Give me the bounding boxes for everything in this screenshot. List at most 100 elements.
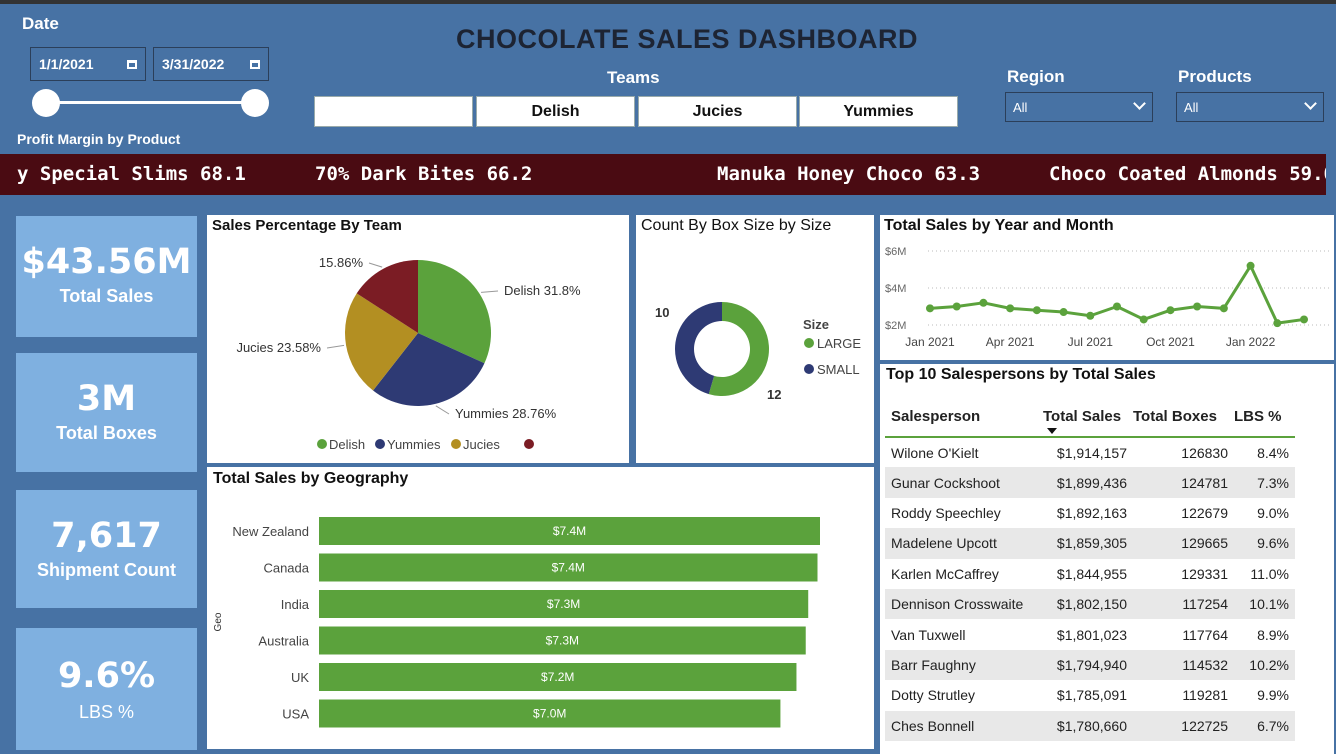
cell-lbs: 8.4% <box>1257 444 1289 461</box>
sales-by-month-panel: Total Sales by Year and Month $6M $4M $2M J… <box>880 215 1334 360</box>
cell-total-sales: $1,914,157 <box>1056 444 1127 461</box>
table-row[interactable]: Van Tuxwell $1,801,023 117764 8.9% <box>885 619 1295 649</box>
ticker-item: 70% Dark Bites 66.2 <box>315 163 533 185</box>
table-row[interactable]: Dotty Strutley $1,785,091 119281 9.9% <box>885 680 1295 710</box>
bar-data-label: $7.0M <box>533 707 566 721</box>
legend-marker <box>451 439 461 449</box>
legend-marker <box>804 338 814 348</box>
date-slider-track[interactable] <box>46 101 256 104</box>
chevron-down-icon <box>1133 97 1146 110</box>
cell-salesperson: Karlen McCaffrey <box>891 565 999 582</box>
y-tick-label: $2M <box>885 320 906 332</box>
pie-leader-line <box>435 405 450 415</box>
category-label: USA <box>282 707 309 722</box>
team-button-blank[interactable] <box>314 96 473 127</box>
cell-lbs: 11.0% <box>1250 565 1289 582</box>
category-label: India <box>281 597 310 612</box>
kpi-value: 9.6% <box>57 656 156 696</box>
kpi-shipment-count: 7,617 Shipment Count <box>16 490 197 608</box>
column-header-total-boxes[interactable]: Total Boxes <box>1133 397 1234 437</box>
cell-total-boxes: 114532 <box>1133 649 1234 681</box>
start-date-value: 1/1/2021 <box>39 56 94 72</box>
pie-data-label: Delish 31.8% <box>504 283 581 298</box>
box-size-panel: Count By Box Size by Size 12 10 Size LARGE S… <box>636 215 874 463</box>
kpi-caption: Total Boxes <box>56 423 157 443</box>
team-button-jucies[interactable]: Jucies <box>638 96 797 127</box>
column-header-salesperson[interactable]: Salesperson <box>885 397 1043 437</box>
cell-total-boxes: 129665 <box>1133 528 1234 559</box>
kpi-caption: Total Sales <box>59 286 154 306</box>
sort-desc-icon[interactable] <box>1047 428 1057 434</box>
ticker-item: Choco Coated Almonds 59.0 <box>1049 163 1326 185</box>
x-tick-label: Jan 2021 <box>905 335 955 349</box>
table-row[interactable]: Roddy Speechley $1,892,163 122679 9.0% <box>885 498 1295 528</box>
line-point <box>1300 315 1308 324</box>
pie-data-label: 15.86% <box>319 255 364 270</box>
region-label: Region <box>1007 67 1065 86</box>
calendar-icon[interactable] <box>250 60 260 69</box>
line-point <box>1166 306 1175 315</box>
table-row[interactable]: Karlen McCaffrey $1,844,955 129331 11.0% <box>885 559 1295 589</box>
cell-total-boxes: 117764 <box>1182 626 1228 643</box>
legend-label: LARGE <box>817 336 861 351</box>
pie-leader-line <box>368 262 383 268</box>
kpi-value: 3M <box>76 379 137 419</box>
line-point <box>1219 304 1228 313</box>
kpi-total-boxes: 3M Total Boxes <box>16 353 197 472</box>
legend-marker <box>804 364 814 374</box>
legend-label: Yummies <box>387 437 441 452</box>
category-label: UK <box>291 670 309 685</box>
x-tick-label: Jul 2021 <box>1068 335 1114 349</box>
table-row[interactable]: Gunar Cockshoot $1,899,436 124781 7.3% <box>885 467 1295 498</box>
y-axis-label: Geo <box>213 612 224 631</box>
date-slider-start-handle[interactable] <box>32 89 60 117</box>
cell-total-sales: $1,844,955 <box>1056 565 1127 582</box>
cell-salesperson: Gunar Cockshoot <box>885 467 1043 498</box>
team-button-delish[interactable]: Delish <box>476 96 635 127</box>
cell-total-sales: $1,899,436 <box>1043 467 1133 498</box>
calendar-icon[interactable] <box>127 60 137 69</box>
y-tick-label: $6M <box>885 246 906 258</box>
category-label: Canada <box>263 561 309 576</box>
cell-total-sales: $1,892,163 <box>1056 504 1127 521</box>
line-point <box>1032 306 1041 315</box>
table-row[interactable]: Barr Faughny $1,794,940 114532 10.2% <box>885 649 1295 681</box>
legend-marker <box>317 439 327 449</box>
table-row[interactable]: Madelene Upcott $1,859,305 129665 9.6% <box>885 528 1295 559</box>
sales-by-team-panel: Sales Percentage By Team Delish 31.8% Yum… <box>207 215 629 463</box>
bar-data-label: $7.2M <box>541 670 574 684</box>
products-dropdown[interactable]: All <box>1176 92 1324 122</box>
x-tick-label: Oct 2021 <box>1146 335 1195 349</box>
bar-chart: $7.4M New Zealand $7.4M Canada $7.3M India $7.… <box>213 517 820 728</box>
date-slider-end-handle[interactable] <box>241 89 269 117</box>
table-row[interactable]: Dennison Crosswaite $1,802,150 117254 10.1% <box>885 588 1295 620</box>
end-date-input[interactable]: 3/31/2022 <box>153 47 269 81</box>
line-point <box>926 304 934 313</box>
table-row[interactable]: Wilone O'Kielt $1,914,157 126830 8.4% <box>885 437 1295 467</box>
column-header-lbs[interactable]: LBS % <box>1234 397 1295 437</box>
profit-margin-ticker: y Special Slims 68.1 70% Dark Bites 66.2… <box>0 154 1326 195</box>
line-point <box>952 302 961 311</box>
table-row[interactable]: Ches Bonnell $1,780,660 122725 6.7% <box>885 710 1295 741</box>
legend-marker <box>375 439 385 449</box>
bar-data-label: $7.3M <box>547 597 580 611</box>
legend-marker <box>524 439 534 449</box>
line-point <box>1006 304 1015 313</box>
cell-lbs: 6.7% <box>1234 710 1295 741</box>
cell-total-boxes: 122725 <box>1133 710 1234 741</box>
ticker-item: Manuka Honey Choco 63.3 <box>717 163 981 185</box>
cell-total-boxes: 117254 <box>1133 588 1234 620</box>
team-button-yummies[interactable]: Yummies <box>799 96 958 127</box>
cell-lbs: 9.0% <box>1257 504 1289 521</box>
line-point <box>1246 261 1255 270</box>
end-date-value: 3/31/2022 <box>162 56 225 72</box>
cell-total-sales: $1,859,305 <box>1043 528 1133 559</box>
cell-total-boxes: 129331 <box>1181 565 1228 582</box>
start-date-input[interactable]: 1/1/2021 <box>30 47 146 81</box>
cell-lbs: 9.9% <box>1257 687 1289 704</box>
region-dropdown[interactable]: All <box>1005 92 1153 122</box>
cell-lbs: 10.2% <box>1234 649 1295 681</box>
column-header-total-sales[interactable]: Total Sales <box>1043 397 1133 437</box>
date-label: Date <box>22 14 59 33</box>
pie-data-label: Yummies 28.76% <box>455 406 557 421</box>
